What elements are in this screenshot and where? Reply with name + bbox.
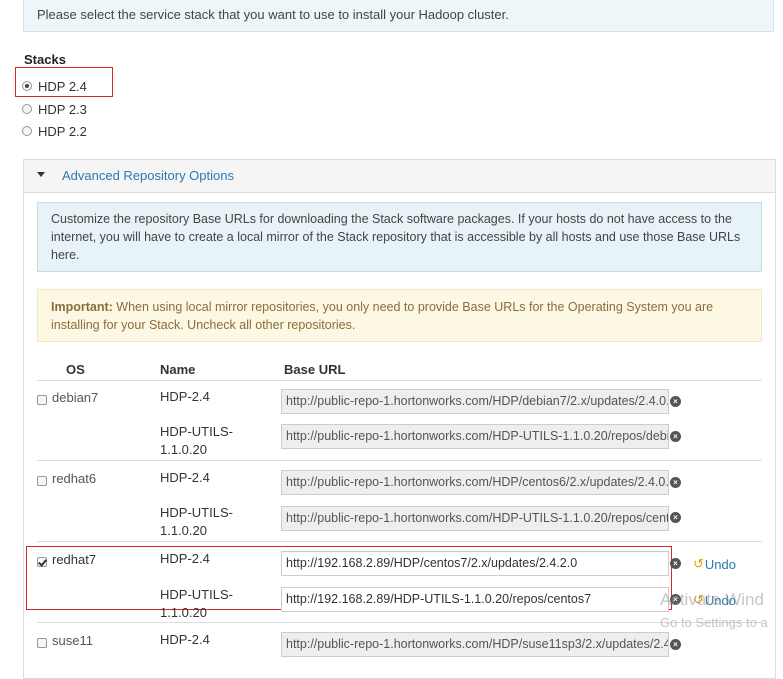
stack-option-hdp-2-3[interactable]: HDP 2.3	[22, 100, 87, 118]
remove-icon[interactable]: ×	[670, 512, 681, 523]
base-url-input[interactable]: http://192.168.2.89/HDP-UTILS-1.1.0.20/r…	[281, 587, 669, 612]
base-url-input[interactable]: http://public-repo-1.hortonworks.com/HDP…	[281, 424, 669, 449]
remove-icon[interactable]: ×	[670, 477, 681, 488]
base-url-input[interactable]: http://public-repo-1.hortonworks.com/HDP…	[281, 506, 669, 531]
os-label-redhat6: redhat6	[52, 471, 97, 486]
remove-icon[interactable]: ×	[670, 431, 681, 442]
repo-name: HDP-2.4	[160, 632, 210, 647]
radio-button-hdp-2-4[interactable]	[22, 81, 32, 91]
stack-option-hdp-2-4[interactable]: HDP 2.4	[22, 77, 87, 95]
table-header-divider	[37, 380, 762, 381]
base-url-input[interactable]: http://public-repo-1.hortonworks.com/HDP…	[281, 470, 669, 495]
advanced-repository-toggle[interactable]: Advanced Repository Options	[62, 168, 234, 183]
remove-icon[interactable]: ×	[670, 396, 681, 407]
repo-name: HDP-2.4	[160, 551, 210, 566]
os-checkbox-redhat7[interactable]	[37, 555, 47, 570]
os-label-debian7: debian7	[52, 390, 99, 405]
os-group-divider	[37, 541, 762, 542]
stack-option-label: HDP 2.3	[38, 101, 87, 117]
radio-button-hdp-2-3[interactable]	[22, 104, 32, 114]
repo-name: HDP-UTILS-1.1.0.20	[160, 424, 233, 457]
base-url-input[interactable]: http://192.168.2.89/HDP/centos7/2.x/upda…	[281, 551, 669, 576]
instruction-text: Please select the service stack that you…	[37, 7, 509, 22]
base-url-input[interactable]: http://public-repo-1.hortonworks.com/HDP…	[281, 632, 669, 657]
repository-info-alert: Customize the repository Base URLs for d…	[37, 202, 762, 272]
repo-name: HDP-2.4	[160, 470, 210, 485]
stack-option-label: HDP 2.2	[38, 123, 87, 139]
os-label-suse11: suse11	[52, 633, 93, 648]
instruction-banner: Please select the service stack that you…	[23, 0, 774, 32]
checkbox[interactable]	[37, 638, 47, 648]
os-group-divider	[37, 622, 762, 623]
os-checkbox-suse11[interactable]	[37, 636, 47, 651]
base-url-input[interactable]: http://public-repo-1.hortonworks.com/HDP…	[281, 389, 669, 414]
column-header-name: Name	[160, 362, 196, 377]
repo-name: HDP-UTILS-1.1.0.20	[160, 505, 233, 538]
stack-option-hdp-2-2[interactable]: HDP 2.2	[22, 122, 87, 140]
important-warning-alert: Important: When using local mirror repos…	[37, 289, 762, 342]
os-checkbox-redhat6[interactable]	[37, 474, 47, 489]
important-text: When using local mirror repositories, yo…	[51, 300, 714, 332]
activation-watermark-subtitle: Go to Settings to a	[660, 615, 768, 630]
os-group-divider	[37, 460, 762, 461]
column-header-os: OS	[66, 362, 85, 377]
repo-name: HDP-UTILS-1.1.0.20	[160, 587, 233, 620]
activation-watermark-title: Activate Wind	[660, 590, 764, 609]
column-header-base-url: Base URL	[284, 362, 346, 377]
os-label-redhat7: redhat7	[52, 552, 97, 567]
checkbox[interactable]	[37, 557, 47, 567]
undo-label[interactable]: Undo	[705, 557, 736, 572]
remove-icon[interactable]: ×	[670, 639, 681, 650]
important-label: Important:	[51, 300, 113, 314]
checkbox[interactable]	[37, 395, 47, 405]
repository-info-text: Customize the repository Base URLs for d…	[51, 212, 741, 262]
repo-name: HDP-2.4	[160, 389, 210, 404]
radio-button-hdp-2-2[interactable]	[22, 126, 32, 136]
checkbox[interactable]	[37, 476, 47, 486]
remove-icon[interactable]: ×	[670, 558, 681, 569]
undo-button[interactable]: ↺ Undo	[693, 556, 736, 572]
os-checkbox-debian7[interactable]	[37, 393, 47, 408]
stack-option-label: HDP 2.4	[38, 78, 87, 94]
caret-down-icon[interactable]	[37, 172, 45, 177]
stacks-label: Stacks	[24, 52, 66, 67]
undo-icon[interactable]: ↺	[693, 556, 704, 572]
